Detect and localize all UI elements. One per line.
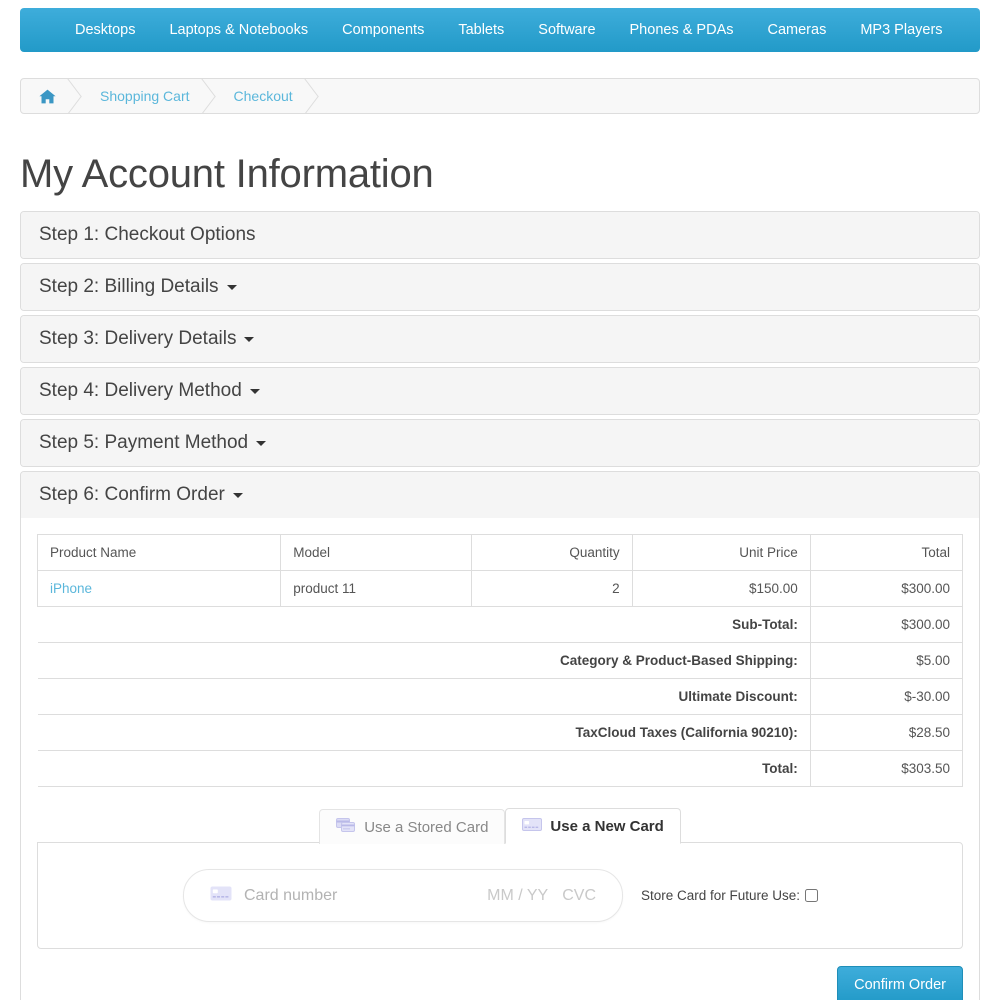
store-card-checkbox[interactable] [805, 889, 819, 902]
chevron-down-icon [244, 336, 255, 342]
panel-step-6: Step 6: Confirm Order Product Name Model… [20, 471, 980, 1000]
tab-label-stored-card: Use a Stored Card [364, 818, 489, 836]
page-title: My Account Information [20, 152, 434, 196]
totals-row-sub-total: Sub-Total: $300.00 [37, 606, 964, 643]
nav-item-cameras[interactable]: Cameras [751, 8, 844, 52]
chevron-down-icon [226, 284, 237, 290]
totals-row-shipping: Category & Product-Based Shipping: $5.00 [37, 642, 964, 679]
new-card-icon [522, 817, 543, 835]
cell-quantity: 2 [471, 570, 633, 607]
panel-step-1: Step 1: Checkout Options [20, 211, 980, 259]
panel-header-step-3[interactable]: Step 3: Delivery Details [21, 316, 979, 362]
panel-header-step-1[interactable]: Step 1: Checkout Options [21, 212, 979, 258]
col-header-total: Total [809, 534, 964, 571]
panel-body-step-6: Product Name Model Quantity Unit Price T… [21, 518, 979, 1000]
totals-value-sub-total: $300.00 [809, 606, 964, 643]
totals-row-total: Total: $303.50 [37, 750, 964, 787]
card-cvc-input[interactable]: CVC [562, 887, 596, 905]
col-header-unit-price: Unit Price [631, 534, 811, 571]
tab-label-new-card: Use a New Card [550, 817, 664, 835]
cell-product-name: iPhone [36, 570, 282, 607]
breadcrumb-shopping-cart[interactable]: Shopping Cart [78, 79, 212, 113]
panel-title-step-2: Step 2: Billing Details [39, 276, 219, 297]
totals-label-total: Total: [37, 750, 811, 787]
nav-item-laptops[interactable]: Laptops & Notebooks [152, 8, 325, 52]
panel-header-step-5[interactable]: Step 5: Payment Method [21, 420, 979, 466]
totals-label-taxes: TaxCloud Taxes (California 90210): [37, 714, 811, 751]
breadcrumb-checkout[interactable]: Checkout [212, 79, 315, 113]
panel-step-4: Step 4: Delivery Method [20, 367, 980, 415]
nav-item-phones[interactable]: Phones & PDAs [613, 8, 751, 52]
store-card-label: Store Card for Future Use: [641, 888, 801, 903]
checkout-accordion: Step 1: Checkout Options Step 2: Billing… [20, 211, 980, 1000]
nav-item-components[interactable]: Components [325, 8, 441, 52]
panel-title-step-5: Step 5: Payment Method [39, 432, 249, 453]
totals-row-taxes: TaxCloud Taxes (California 90210): $28.5… [37, 714, 964, 751]
chevron-down-icon [256, 440, 267, 446]
totals-value-shipping: $5.00 [809, 642, 964, 679]
product-link-iphone[interactable]: iPhone [50, 581, 92, 596]
confirm-order-button[interactable]: Confirm Order [837, 966, 963, 1000]
chevron-down-icon [249, 388, 260, 394]
col-header-product-name: Product Name [36, 534, 282, 571]
nav-item-desktops[interactable]: Desktops [58, 8, 152, 52]
chevron-up-icon [232, 492, 243, 498]
nav-item-tablets[interactable]: Tablets [441, 8, 521, 52]
totals-value-total: $303.50 [809, 750, 964, 787]
order-summary-table: Product Name Model Quantity Unit Price T… [36, 534, 964, 787]
confirm-order-row: Confirm Order [37, 966, 963, 1000]
payment-tabs: Use a Stored Card Use a New Card [37, 807, 963, 844]
totals-label-discount: Ultimate Discount: [37, 678, 811, 715]
panel-header-step-6[interactable]: Step 6: Confirm Order [21, 472, 979, 518]
home-icon [39, 89, 56, 104]
order-table-head: Product Name Model Quantity Unit Price T… [36, 534, 964, 571]
store-card-label-wrapper[interactable]: Store Card for Future Use: [641, 888, 819, 903]
stored-card-icon [336, 818, 356, 836]
totals-label-shipping: Category & Product-Based Shipping: [37, 642, 811, 679]
col-header-quantity: Quantity [471, 534, 633, 571]
order-table-body: iPhone product 11 2 $150.00 $300.00 [36, 570, 964, 607]
totals-row-discount: Ultimate Discount: $-30.00 [37, 678, 964, 715]
panel-title-step-3: Step 3: Delivery Details [39, 328, 237, 349]
panel-header-step-2[interactable]: Step 2: Billing Details [21, 264, 979, 310]
panel-header-step-4[interactable]: Step 4: Delivery Method [21, 368, 979, 414]
card-number-input[interactable]: Card number [244, 887, 487, 905]
table-row: iPhone product 11 2 $150.00 $300.00 [36, 570, 964, 607]
totals-value-discount: $-30.00 [809, 678, 964, 715]
panel-title-step-6: Step 6: Confirm Order [39, 484, 225, 505]
nav-item-mp3-players[interactable]: MP3 Players [843, 8, 959, 52]
tab-use-new-card[interactable]: Use a New Card [505, 808, 681, 844]
new-card-tab-pane: Card number MM / YY CVC Store Card for F… [37, 842, 963, 949]
breadcrumb: Shopping Cart Checkout [20, 78, 980, 114]
cell-model: product 11 [280, 570, 473, 607]
totals-label-sub-total: Sub-Total: [37, 606, 811, 643]
checkout-page: Desktops Laptops & Notebooks Components … [0, 0, 1000, 1000]
cell-unit-price: $150.00 [631, 570, 811, 607]
tab-use-stored-card[interactable]: Use a Stored Card [319, 809, 506, 844]
payment-tabs-wrapper: Use a Stored Card Use a New Card [37, 807, 963, 844]
breadcrumb-home[interactable] [21, 79, 78, 113]
cell-total: $300.00 [809, 570, 964, 607]
table-header-row: Product Name Model Quantity Unit Price T… [36, 534, 964, 571]
panel-step-5: Step 5: Payment Method [20, 419, 980, 467]
panel-title-step-1: Step 1: Checkout Options [39, 224, 256, 245]
col-header-model: Model [280, 534, 473, 571]
panel-title-step-4: Step 4: Delivery Method [39, 380, 242, 401]
nav-item-software[interactable]: Software [521, 8, 612, 52]
panel-step-3: Step 3: Delivery Details [20, 315, 980, 363]
panel-step-2: Step 2: Billing Details [20, 263, 980, 311]
main-navigation: Desktops Laptops & Notebooks Components … [20, 8, 980, 52]
credit-card-icon [210, 886, 232, 906]
stripe-card-element[interactable]: Card number MM / YY CVC [183, 869, 623, 922]
totals-value-taxes: $28.50 [809, 714, 964, 751]
card-expiry-input[interactable]: MM / YY [487, 887, 548, 905]
card-input-row: Card number MM / YY CVC Store Card for F… [58, 869, 942, 922]
order-table-foot: Sub-Total: $300.00 Category & Product-Ba… [37, 606, 964, 787]
